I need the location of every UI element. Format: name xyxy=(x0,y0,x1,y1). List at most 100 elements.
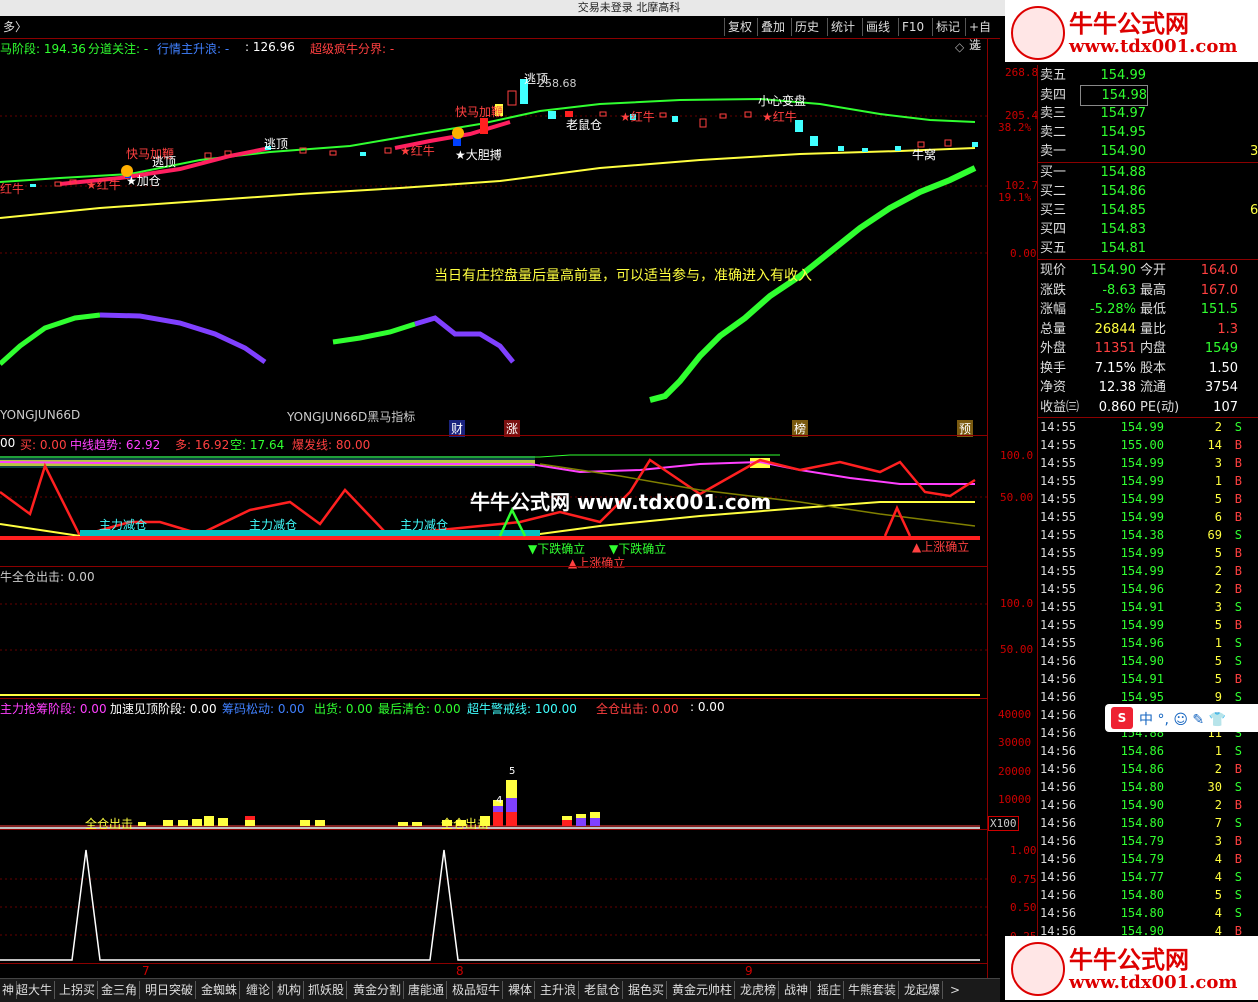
p2-ind-trend: 中线趋势: 62.92 xyxy=(70,438,161,452)
p3-axis-100: 100.0 xyxy=(1000,597,1034,610)
signal-hongniu-3: ★红牛 xyxy=(620,110,655,124)
chart-toolbar: 多〉 复权 叠加 历史 统计 画线 F10 标记 +自选 xyxy=(0,16,1000,52)
date-axis: 7 8 9 xyxy=(0,963,987,979)
tick-row: 14:55 154.99 1 B xyxy=(1040,474,1242,488)
stats-row: 净资 12.38 流通 3754 xyxy=(1040,380,1238,395)
volume-bars xyxy=(138,780,600,826)
tab-chanlun[interactable]: 缠论 xyxy=(244,981,274,999)
stats-row: 总量 26844 量比 1.3 xyxy=(1040,321,1238,337)
arc-curve-2-purple xyxy=(414,315,515,364)
toolbar-add-favorite-button[interactable]: +自选 xyxy=(965,18,1000,52)
tick-row: 14:55 154.99 5 B xyxy=(1040,492,1242,506)
signal-dadanbo: ★大胆搏 xyxy=(455,148,502,162)
date-9: 9 xyxy=(745,964,753,978)
p2-axis-100: 100.0 xyxy=(1000,449,1034,462)
panel2-indicator-row: 00 买: 0.00 中线趋势: 62.92 多: 16.92 空: 17.64… xyxy=(0,436,980,452)
tick-row: 14:55 154.96 2 B xyxy=(1040,582,1242,596)
signal-hongniu-4: ★红牛 xyxy=(762,110,797,124)
tab-niuxiongtaozhuang[interactable]: 牛熊套装 xyxy=(846,981,900,999)
toolbar-mark-button[interactable]: 标记 xyxy=(932,18,963,36)
tabs-scroll-right-icon[interactable]: > xyxy=(948,981,962,999)
watermark-text: 牛牛公式网 www.tdx001.com xyxy=(470,490,772,514)
sell-row-4: 卖四 154.98 xyxy=(1040,85,1148,106)
indicator-name-2: YONGJUN66D黑马指标 xyxy=(287,410,416,424)
tab-luoti[interactable]: 裸体 xyxy=(506,981,536,999)
tick-row: 14:55 154.99 6 B xyxy=(1040,510,1242,524)
toolbar-diejia-button[interactable]: 叠加 xyxy=(757,18,788,36)
tick-row: 14:56 154.90 2 B xyxy=(1040,798,1242,812)
site-logo-top: 牛牛公式网 www.tdx001.com xyxy=(1005,0,1258,62)
arc-curve-1 xyxy=(0,312,101,366)
tab-zhuayaogu[interactable]: 抓妖股 xyxy=(306,981,348,999)
tab-shangguaimai[interactable]: 上拐买 xyxy=(57,981,99,999)
tab-zhanshen[interactable]: 战神 xyxy=(782,981,812,999)
p4-axis-40000: 40000 xyxy=(998,708,1032,721)
signal-laoshucang: 老鼠仓 xyxy=(566,118,603,132)
ime-options[interactable]: 中 °, ☺ ✎ 👕 xyxy=(1139,709,1226,729)
toolbar-history-button[interactable]: 历史 xyxy=(791,18,822,36)
tick-row: 14:55 154.91 3 S xyxy=(1040,600,1242,614)
toolbar-fuquan-button[interactable]: 复权 xyxy=(724,18,755,36)
signal-niuwo: 牛窝 xyxy=(912,148,937,162)
cow-logo-icon xyxy=(1011,6,1065,60)
toolbar-draw-button[interactable]: 画线 xyxy=(862,18,893,36)
indicator-focus: 分道关注: - xyxy=(88,42,149,56)
buy-row-5: 买五 154.81 xyxy=(1040,241,1146,256)
panel4-volume-chart xyxy=(0,780,980,829)
signal-taoding-1: 逃顶 xyxy=(152,155,177,169)
p2-ind-long: 多: 16.92 xyxy=(175,438,230,452)
tab-mingritupo[interactable]: 明日突破 xyxy=(143,981,197,999)
tab-laoshucang[interactable]: 老鼠仓 xyxy=(582,981,624,999)
p4-label-5: 5 xyxy=(509,766,516,777)
p3-axis-50: 50.00 xyxy=(1000,643,1034,656)
buy-row-3: 买三 154.85 6 xyxy=(1040,203,1258,218)
toolbar-f10-button[interactable]: F10 xyxy=(898,18,927,36)
tab-jinsanjiao[interactable]: 金三角 xyxy=(99,981,141,999)
sell-row-3: 卖三 154.97 xyxy=(1040,106,1146,121)
ime-toolbar[interactable]: S 中 °, ☺ ✎ 👕 xyxy=(1105,704,1258,732)
tick-row: 14:55 154.99 2 S xyxy=(1040,420,1242,434)
p2-label-jiancang-3: 主力减仓 xyxy=(400,518,449,532)
panel4-indicator-row: 主力抢筹阶段: 0.00 加速见顶阶段: 0.00 筹码松动: 0.00 出货:… xyxy=(0,700,980,716)
axis-label-high: 268.8 xyxy=(1005,66,1039,79)
quote-panel: 卖五 154.99 卖四 154.98 卖三 154.97 卖二 154.95 卖一 15… xyxy=(1037,65,1258,1000)
close-icon[interactable]: ✕ xyxy=(970,40,980,54)
tab-chaodaniu[interactable]: 超大牛 xyxy=(14,981,56,999)
tab-longqibao[interactable]: 龙起爆 xyxy=(902,981,944,999)
window-title: 交易未登录 北摩高科 xyxy=(577,1,681,14)
date-7: 7 xyxy=(142,964,150,978)
tab-tangnengtong[interactable]: 唐能通 xyxy=(406,981,448,999)
tab-jigou[interactable]: 机构 xyxy=(275,981,305,999)
tab-jusemai[interactable]: 据色买 xyxy=(626,981,668,999)
indicator-stage: 马阶段: 194.36 xyxy=(0,42,86,56)
panel-divider xyxy=(0,698,987,699)
p4-label-4: 4 xyxy=(496,795,503,806)
axis-label-zero: 0.00 xyxy=(1010,247,1037,260)
tab-jinzhizhu[interactable]: 金蜘蛛 xyxy=(199,981,241,999)
signal-hongniu-0: 红牛 xyxy=(0,182,25,196)
p2-label-jiancang-2: 主力减仓 xyxy=(249,518,298,532)
notice-text: 当日有庄控盘量后量高前量，可以适当参与，准确进入有收入 xyxy=(434,268,812,284)
tick-row: 14:55 154.99 2 B xyxy=(1040,564,1242,578)
toolbar-stats-button[interactable]: 统计 xyxy=(827,18,858,36)
p5-axis-1: 1.00 xyxy=(1010,844,1037,857)
p2-label-shangzhang-2: ▲上涨确立 xyxy=(912,540,970,554)
stats-row: 收益㈢ 0.860 PE(动) 107 xyxy=(1040,399,1238,415)
tick-row: 14:56 154.80 4 S xyxy=(1040,906,1242,920)
p2-label-shangzhang-1: ▲上涨确立 xyxy=(568,556,626,570)
sogou-icon[interactable]: S xyxy=(1111,707,1133,729)
axis-label-pct2: 19.1% xyxy=(998,191,1032,204)
tab-zhushenglang[interactable]: 主升浪 xyxy=(538,981,580,999)
tick-row: 14:56 154.80 7 S xyxy=(1040,816,1242,830)
diamond-icon[interactable]: ◇ xyxy=(955,40,964,54)
tab-longhubang[interactable]: 龙虎榜 xyxy=(738,981,780,999)
tab-huangjinyuanshuaizhu[interactable]: 黄金元帅柱 xyxy=(670,981,736,999)
tab-yaozhuang[interactable]: 摇庄 xyxy=(815,981,845,999)
signal-hongniu-2: ★红牛 xyxy=(400,144,435,158)
tab-huangjinfenge[interactable]: 黄金分割 xyxy=(351,981,405,999)
high-price-label: 258.68 xyxy=(538,77,577,90)
more-button[interactable]: 多〉 xyxy=(0,18,30,36)
buy-row-4: 买四 154.83 xyxy=(1040,222,1146,237)
tab-jipinduanniu[interactable]: 极品短牛 xyxy=(450,981,504,999)
p4-ind-jiansu: 加速见顶阶段: 0.00 xyxy=(110,702,217,716)
